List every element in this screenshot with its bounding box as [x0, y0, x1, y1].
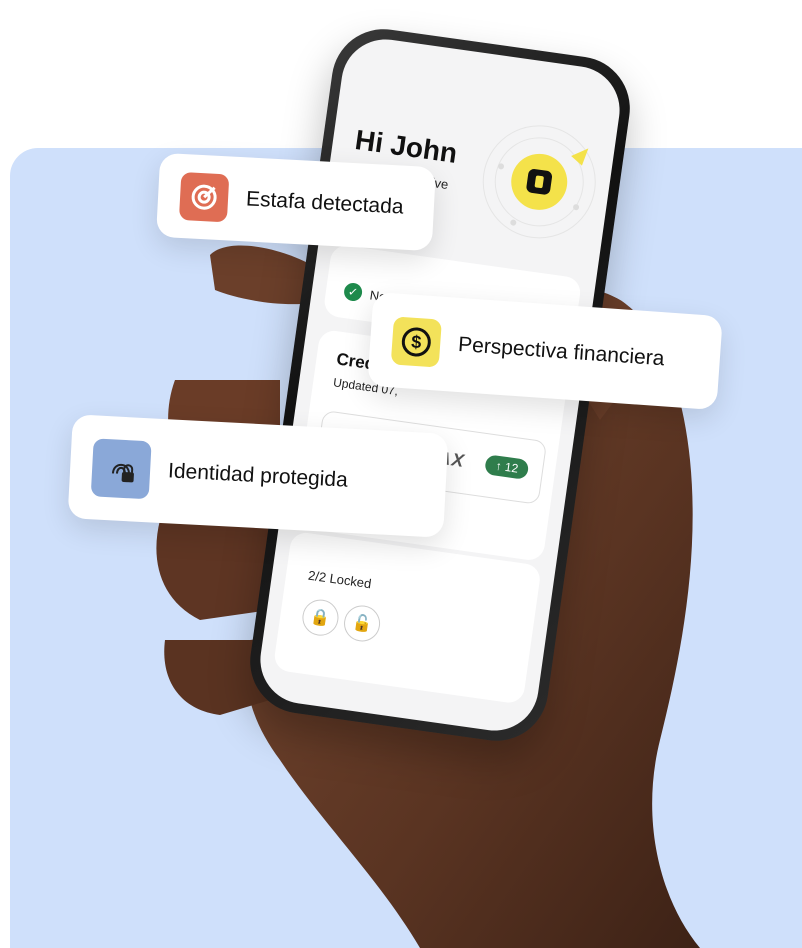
identity-protected-badge: Identidad protegida	[67, 414, 449, 538]
lock-card[interactable]: 2/2 Locked 🔒 🔓	[272, 530, 542, 705]
radar-shield-icon	[482, 125, 596, 239]
dollar-coin-icon: $	[390, 316, 442, 368]
lock-open-icon[interactable]: 🔓	[341, 603, 383, 644]
locked-status: 2/2 Locked	[307, 567, 373, 592]
finance-label: Perspectiva financiera	[457, 332, 666, 371]
identity-label: Identidad protegida	[167, 459, 349, 492]
scam-detected-badge: Estafa detectada	[155, 152, 437, 252]
svg-text:$: $	[411, 332, 422, 353]
target-icon	[178, 171, 230, 223]
fingerprint-lock-icon	[90, 438, 152, 500]
scam-label: Estafa detectada	[245, 187, 405, 219]
lock-closed-icon[interactable]: 🔒	[300, 597, 341, 638]
check-circle-icon: ✓	[342, 281, 364, 303]
score-change-badge: ↑ 12	[484, 454, 530, 480]
